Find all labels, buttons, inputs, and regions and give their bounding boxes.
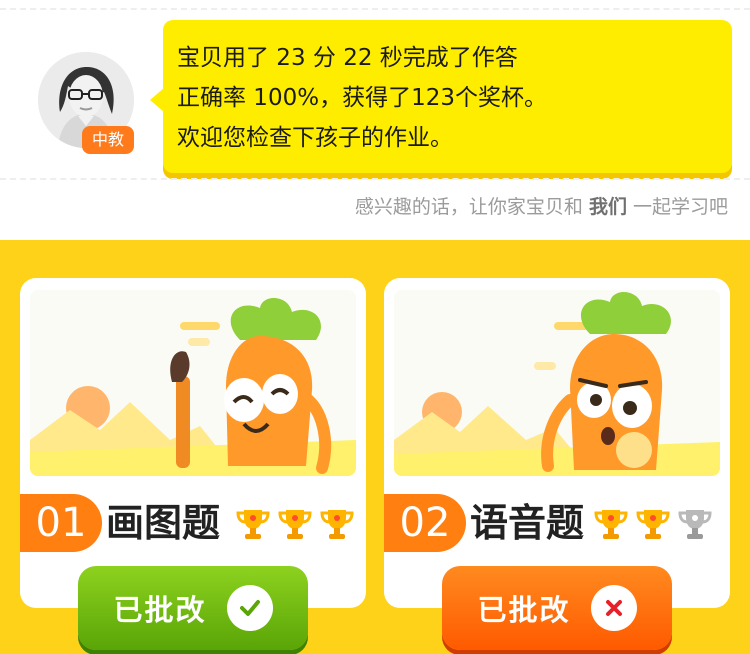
invite-suffix: 一起学习吧: [626, 196, 728, 218]
message-line-time: 宝贝用了 23 分 22 秒完成了作答: [177, 45, 518, 71]
role-badge: 中教: [82, 126, 134, 154]
check-icon: [226, 585, 273, 631]
task-title: 画图题: [106, 501, 221, 545]
task-card-drawing[interactable]: 01 画图题: [20, 278, 366, 608]
message-bubble: 宝贝用了 23 分 22 秒完成了作答 正确率 100%，获得了123个奖杯。 …: [163, 20, 732, 173]
speech-illustration: [394, 290, 720, 476]
drawing-illustration: [30, 290, 356, 476]
task-panel: 01 画图题 02 语音题 已批改 已批改: [0, 240, 750, 654]
divider: [0, 8, 750, 10]
invite-prefix: 感兴趣的话，让你家宝贝和: [354, 196, 589, 218]
task-number: 01: [20, 494, 102, 552]
trophy-gold-icon: [278, 510, 312, 539]
trophy-gold-icon: [636, 510, 670, 539]
status-label: 已批改: [477, 593, 571, 627]
invite-text: 感兴趣的话，让你家宝贝和 我们 一起学习吧: [355, 192, 728, 219]
trophy-gold-icon: [236, 510, 270, 539]
divider: [0, 178, 750, 180]
message-line-invite: 欢迎您检查下孩子的作业。: [177, 125, 453, 151]
trophy-gold-icon: [594, 510, 628, 539]
cross-icon: [590, 585, 637, 631]
task-card-speech[interactable]: 02 语音题: [384, 278, 730, 608]
trophy-rating: [592, 504, 714, 542]
message-line-score: 正确率 100%，获得了123个奖杯。: [177, 85, 547, 111]
trophy-silver-icon: [678, 510, 712, 539]
status-label: 已批改: [113, 593, 207, 627]
teacher-avatar[interactable]: 中教: [38, 52, 134, 154]
speech-status-button[interactable]: 已批改: [442, 566, 672, 650]
trophy-rating: [234, 504, 356, 542]
task-title: 语音题: [470, 501, 585, 545]
bubble-tail: [150, 88, 164, 112]
trophy-gold-icon: [320, 510, 354, 539]
task-number: 02: [384, 494, 466, 552]
invite-emphasis: 我们: [588, 196, 627, 218]
teacher-message-section: 中教 宝贝用了 23 分 22 秒完成了作答 正确率 100%，获得了123个奖…: [0, 0, 750, 240]
drawing-status-button[interactable]: 已批改: [78, 566, 308, 650]
